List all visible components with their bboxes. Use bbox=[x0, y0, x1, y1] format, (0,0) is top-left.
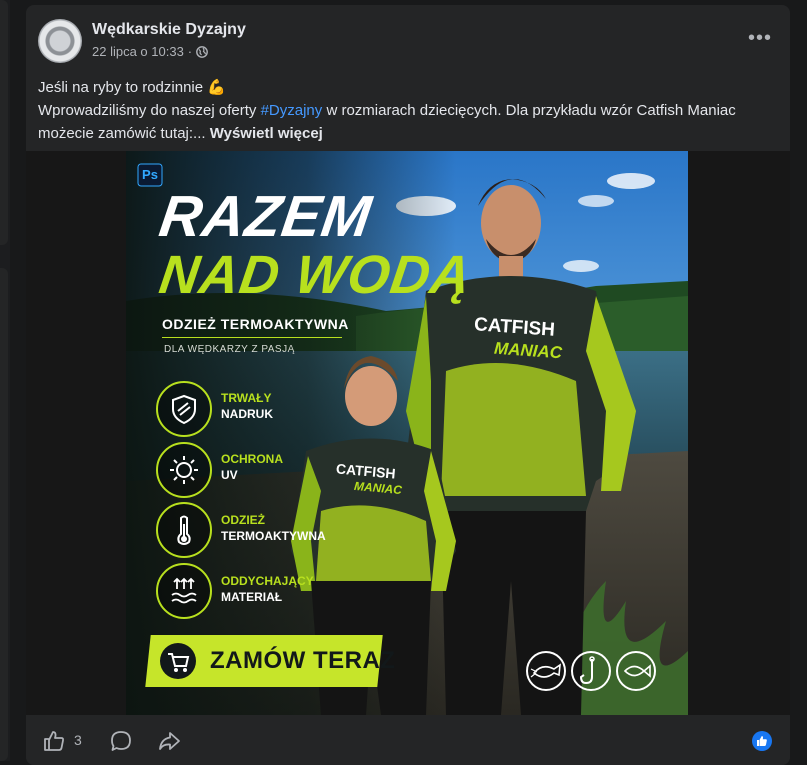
thermometer-icon bbox=[177, 515, 191, 545]
post-card: Wędkarskie Dyzajny 22 lipca o 10:33 · ••… bbox=[26, 5, 790, 765]
ad-image[interactable]: Ps RAZEM NAD WODĄ ODZIEŻ TERMOAKTYWNA DL… bbox=[126, 151, 688, 715]
share-icon[interactable] bbox=[157, 729, 181, 753]
subtitle-divider bbox=[162, 337, 342, 338]
feature-icon-wrap bbox=[156, 563, 212, 619]
ad-headline-2: NAD WODĄ bbox=[155, 245, 476, 305]
waves-icon bbox=[171, 577, 197, 604]
post-meta: 22 lipca o 10:33 · bbox=[92, 44, 209, 59]
thumbs-up-icon bbox=[757, 736, 767, 746]
feature-icon-wrap bbox=[156, 502, 212, 558]
cart-icon bbox=[168, 653, 190, 672]
feature-1-line1: TRWAŁY bbox=[221, 391, 272, 405]
brand-icon-wrap bbox=[616, 651, 656, 691]
brand-icon-wrap bbox=[526, 651, 566, 691]
post-line-1: Jeśli na ryby to rodzinnie 💪 bbox=[38, 79, 226, 96]
feature-1-line2: NADRUK bbox=[221, 407, 273, 421]
feature-2-line1: OCHRONA bbox=[221, 452, 283, 466]
post-media[interactable]: Ps RAZEM NAD WODĄ ODZIEŻ TERMOAKTYWNA DL… bbox=[26, 151, 790, 715]
hook-icon bbox=[579, 656, 595, 685]
ad-headline-1: RAZEM bbox=[155, 184, 376, 249]
left-panel-block bbox=[0, 268, 8, 761]
see-more-link[interactable]: Wyświetl więcej bbox=[210, 125, 323, 142]
feature-icon-wrap bbox=[156, 442, 212, 498]
feature-3-line1: ODZIEŻ bbox=[221, 513, 265, 527]
meta-separator: · bbox=[187, 44, 193, 59]
feature-2-line2: UV bbox=[221, 468, 238, 482]
left-panel-block bbox=[0, 0, 8, 245]
ad-tagline: DLA WĘDKARZY Z PASJĄ bbox=[164, 344, 295, 355]
cta-button-label[interactable]: ZAMÓW TERAZ bbox=[210, 647, 395, 675]
post-body: Jeśli na ryby to rodzinnie 💪 Wprowadzili… bbox=[38, 76, 778, 145]
feature-4-line2: MATERIAŁ bbox=[221, 590, 283, 604]
hashtag-link[interactable]: #Dyzajny bbox=[261, 102, 323, 119]
more-options-button[interactable]: ••• bbox=[748, 27, 772, 50]
feature-icon-wrap bbox=[156, 381, 212, 437]
page-name[interactable]: Wędkarskie Dyzajny bbox=[92, 21, 246, 39]
comment-icon[interactable] bbox=[109, 729, 133, 753]
feature-4-line1: ODDYCHAJĄCY bbox=[221, 574, 314, 588]
catfish-icon bbox=[530, 663, 561, 678]
ps-badge: Ps bbox=[142, 167, 158, 182]
post-line-2: Wprowadziliśmy do naszej oferty #Dyzajny… bbox=[38, 99, 778, 145]
brand-icon-wrap bbox=[571, 651, 611, 691]
like-count[interactable]: 3 bbox=[74, 732, 82, 748]
like-icon[interactable] bbox=[42, 729, 66, 753]
like-reaction-badge[interactable] bbox=[752, 731, 772, 751]
post-date[interactable]: 22 lipca o 10:33 bbox=[92, 44, 184, 59]
shield-icon bbox=[172, 394, 196, 425]
page-avatar[interactable] bbox=[38, 19, 82, 63]
feature-3-line2: TERMOAKTYWNA bbox=[221, 529, 326, 543]
sun-icon bbox=[170, 456, 198, 484]
fish-icon bbox=[623, 664, 651, 678]
post-header: Wędkarskie Dyzajny 22 lipca o 10:33 · ••… bbox=[26, 5, 790, 71]
globe-icon bbox=[196, 45, 209, 58]
post-text-segment: Wprowadziliśmy do naszej oferty bbox=[38, 102, 261, 119]
post-actions-bar: 3 bbox=[26, 715, 790, 765]
left-sidebar-edge bbox=[0, 0, 10, 761]
cart-icon-wrap bbox=[160, 643, 196, 679]
ad-subtitle: ODZIEŻ TERMOAKTYWNA bbox=[162, 316, 349, 332]
